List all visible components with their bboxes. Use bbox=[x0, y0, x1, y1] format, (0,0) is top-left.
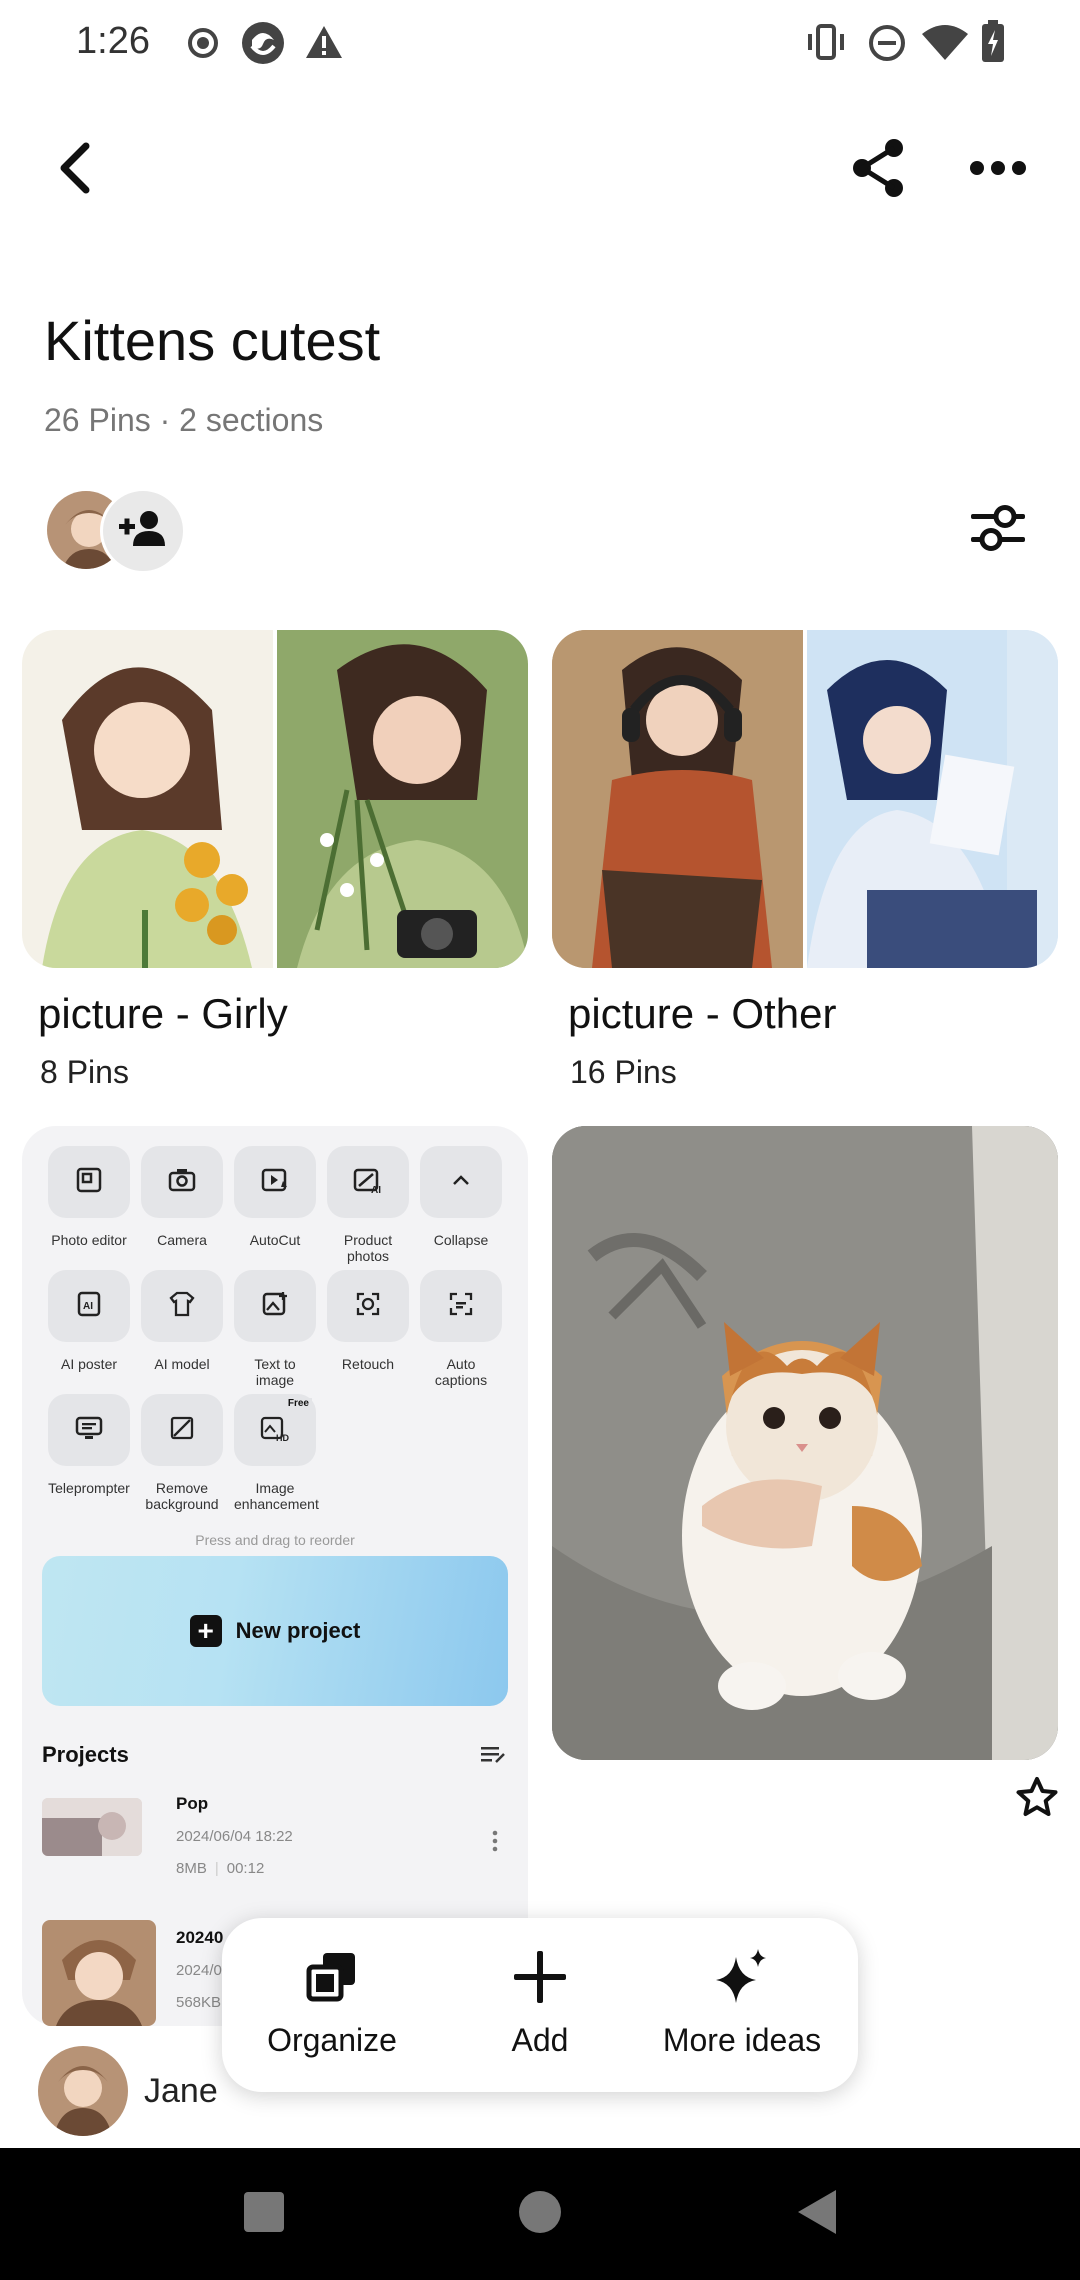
chevron-left-icon bbox=[56, 142, 96, 199]
creator-avatar[interactable] bbox=[38, 2046, 128, 2136]
tool-autocut: AutoCut bbox=[234, 1146, 316, 1248]
recents-square-icon bbox=[243, 2191, 285, 2238]
ai-poster-icon: AI bbox=[75, 1290, 103, 1323]
project-name: 20240 bbox=[176, 1928, 224, 1947]
battery-charging-icon bbox=[980, 20, 1006, 69]
share-icon bbox=[850, 138, 906, 203]
back-button[interactable] bbox=[44, 130, 108, 210]
warning-icon bbox=[304, 24, 344, 65]
section-pin-count: 8 Pins bbox=[40, 1054, 129, 1090]
tool-photo-editor: Photo editor bbox=[48, 1146, 130, 1248]
section-card-girly[interactable] bbox=[22, 630, 528, 968]
plus-icon bbox=[512, 1949, 568, 2010]
tool-auto-captions: Auto captions bbox=[420, 1270, 502, 1388]
home-circle-icon bbox=[518, 2190, 562, 2239]
projects-title: Projects bbox=[42, 1742, 129, 1767]
favorite-button[interactable] bbox=[1012, 1774, 1062, 1824]
more-ideas-button[interactable]: More ideas bbox=[642, 1918, 842, 2092]
tool-teleprompter: Teleprompter bbox=[48, 1394, 130, 1496]
recents-button[interactable] bbox=[234, 2184, 294, 2244]
board-meta: 26 Pins · 2 sections bbox=[44, 402, 324, 438]
project-menu-icon bbox=[492, 1830, 498, 1857]
svg-text:HD: HD bbox=[276, 1433, 289, 1442]
organize-icon bbox=[305, 1951, 359, 2008]
home-button[interactable] bbox=[510, 2184, 570, 2244]
section-card-other[interactable] bbox=[552, 630, 1058, 968]
sliders-icon bbox=[969, 502, 1027, 559]
hd-icon: HD bbox=[259, 1414, 291, 1447]
tool-ai-poster: AI AI poster bbox=[48, 1270, 130, 1372]
retouch-icon bbox=[354, 1290, 382, 1323]
more-options-button[interactable] bbox=[960, 130, 1036, 210]
project-thumbnail bbox=[42, 1920, 156, 2026]
teleprompter-icon bbox=[75, 1415, 103, 1446]
free-badge: Free bbox=[284, 1398, 312, 1409]
tool-image-enhancement: HD Free Image enhancement bbox=[234, 1394, 319, 1512]
organize-label: Organize bbox=[267, 2022, 397, 2058]
do-not-disturb-icon bbox=[868, 24, 906, 67]
product-photo-icon: AI bbox=[353, 1166, 383, 1199]
vibrate-icon bbox=[804, 22, 848, 67]
new-project-button: + New project bbox=[42, 1556, 508, 1706]
project-size: 568KB bbox=[176, 1994, 222, 2011]
press-drag-hint: Press and drag to reorder bbox=[195, 1532, 355, 1548]
project-size: 8MB | 00:12 bbox=[176, 1860, 265, 1877]
new-project-label: New project bbox=[235, 1618, 361, 1643]
project-name: Pop bbox=[176, 1794, 209, 1813]
board-action-bar: Organize Add More ideas bbox=[222, 1918, 858, 2092]
section-name[interactable]: picture - Other bbox=[568, 990, 836, 1038]
section-name[interactable]: picture - Girly bbox=[38, 990, 288, 1038]
tool-retouch: Retouch bbox=[327, 1270, 409, 1372]
chevron-up-icon bbox=[451, 1173, 471, 1192]
tool-remove-background: Remove background bbox=[141, 1394, 223, 1512]
add-person-icon bbox=[119, 510, 167, 553]
board-title: Kittens cutest bbox=[44, 309, 381, 372]
sparkle-icon bbox=[712, 1947, 772, 2012]
add-label: Add bbox=[511, 2022, 569, 2058]
share-button[interactable] bbox=[842, 130, 914, 210]
tool-collapse: Collapse bbox=[420, 1146, 502, 1248]
status-bar: 1:26 bbox=[0, 0, 1080, 88]
more-ideas-label: More ideas bbox=[662, 2022, 822, 2058]
add-collaborator-button[interactable] bbox=[100, 488, 186, 574]
tool-text-to-image: Text to image bbox=[234, 1270, 316, 1388]
text-image-icon bbox=[261, 1290, 289, 1323]
project-thumbnail bbox=[42, 1798, 142, 1856]
photo-edit-icon bbox=[75, 1166, 103, 1199]
section-cover-image bbox=[22, 630, 273, 968]
organize-button[interactable]: Organize bbox=[252, 1918, 412, 2092]
pin-cat-photo[interactable] bbox=[552, 1126, 1058, 1760]
status-time: 1:26 bbox=[76, 20, 150, 62]
section-pin-count: 16 Pins bbox=[570, 1054, 677, 1090]
tool-camera: Camera bbox=[141, 1146, 223, 1248]
wifi-icon bbox=[920, 24, 970, 67]
plus-icon: + bbox=[189, 1615, 222, 1647]
system-back-button[interactable] bbox=[786, 2184, 846, 2244]
section-cover-image bbox=[277, 630, 528, 968]
tool-product-photos: AI Product photos bbox=[327, 1146, 409, 1264]
project-date: 2024/06/04 18:22 bbox=[176, 1828, 293, 1845]
star-icon bbox=[1015, 1776, 1059, 1823]
tool-ai-model: AI model bbox=[141, 1270, 223, 1372]
app-icon bbox=[240, 20, 286, 71]
add-button[interactable]: Add bbox=[460, 1918, 620, 2092]
remove-bg-icon bbox=[168, 1414, 196, 1447]
project-date: 2024/0 bbox=[176, 1962, 222, 1979]
more-horizontal-icon bbox=[969, 160, 1027, 181]
captions-icon bbox=[447, 1290, 475, 1323]
sort-icon bbox=[480, 1744, 506, 1771]
section-cover-image bbox=[807, 630, 1058, 968]
ai-model-icon bbox=[167, 1290, 197, 1323]
filter-button[interactable] bbox=[962, 494, 1034, 566]
camera-icon bbox=[168, 1168, 196, 1197]
svg-text:AI: AI bbox=[83, 1301, 93, 1312]
record-icon bbox=[186, 26, 220, 65]
section-cover-image bbox=[552, 630, 803, 968]
svg-text:AI: AI bbox=[371, 1185, 381, 1194]
system-nav-bar bbox=[0, 2148, 1080, 2280]
creator-name[interactable]: Jane bbox=[144, 2072, 218, 2111]
autocut-icon bbox=[261, 1167, 289, 1198]
back-triangle-icon bbox=[794, 2188, 838, 2241]
